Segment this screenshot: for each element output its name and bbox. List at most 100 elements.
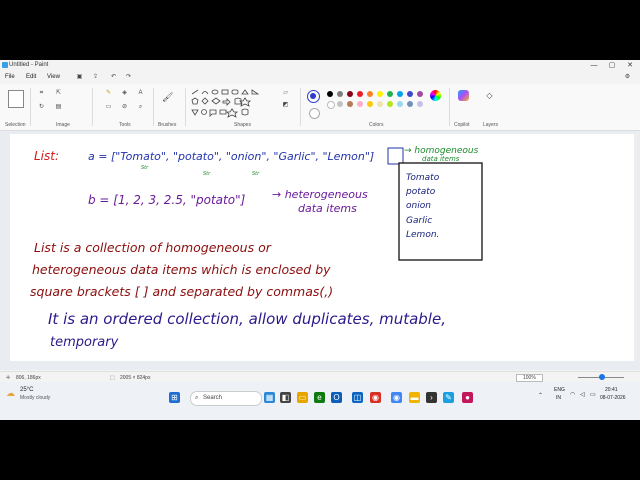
crop-icon[interactable]: ⌗ bbox=[38, 90, 45, 97]
str-mark: Str bbox=[252, 171, 260, 177]
layers-group-label: Layers bbox=[483, 122, 499, 128]
save-icon[interactable]: ▣ bbox=[76, 74, 83, 81]
magnifier-icon[interactable]: ⌕ bbox=[137, 104, 144, 111]
close-icon[interactable]: ✕ bbox=[624, 61, 636, 70]
color-swatch[interactable] bbox=[357, 101, 363, 107]
task-view-icon[interactable]: ▦ bbox=[264, 392, 275, 403]
zoom-slider-thumb[interactable] bbox=[599, 374, 605, 380]
heterogeneous-subnote: data items bbox=[298, 202, 357, 215]
color-swatch[interactable] bbox=[387, 91, 393, 97]
remove-background-icon[interactable]: ▤ bbox=[55, 104, 62, 111]
str-mark: Str bbox=[203, 171, 211, 177]
color-swatch[interactable] bbox=[397, 91, 403, 97]
cursor-position: 806, 186px bbox=[16, 375, 41, 381]
menu-view[interactable]: View bbox=[47, 74, 60, 80]
language-code[interactable]: ENG bbox=[554, 387, 565, 393]
menu-edit[interactable]: Edit bbox=[26, 74, 36, 80]
str-mark: Str bbox=[141, 165, 149, 171]
ribbon-divider bbox=[300, 88, 301, 126]
canvas-size: 2005 × 824px bbox=[120, 375, 151, 381]
brushes-group-label: Brushes bbox=[158, 122, 177, 128]
color-swatch[interactable] bbox=[407, 101, 413, 107]
battery-icon[interactable]: ▭ bbox=[590, 391, 596, 398]
app-icon[interactable]: ● bbox=[462, 392, 473, 403]
chrome-icon[interactable]: ◉ bbox=[370, 392, 381, 403]
resize-icon[interactable]: ⇱ bbox=[55, 90, 62, 97]
color-swatch[interactable] bbox=[367, 91, 373, 97]
color-swatch[interactable] bbox=[397, 101, 403, 107]
tray-chevron-icon[interactable]: ⌃ bbox=[538, 392, 543, 399]
settings-icon[interactable]: ⚙ bbox=[624, 74, 631, 81]
definition-line-2: heterogeneous data items which is enclos… bbox=[32, 262, 331, 277]
outlook-icon[interactable]: O bbox=[331, 392, 342, 403]
maximize-icon[interactable]: ▢ bbox=[606, 61, 618, 70]
file-explorer-icon[interactable]: ▭ bbox=[297, 392, 308, 403]
image-group-label: Image bbox=[56, 122, 70, 128]
ribbon: Selection ⌗ ⇱ ↻ ▤ Image ✎ ◈ A ▭ ⊘ ⌕ Tool… bbox=[0, 84, 640, 131]
weather-desc: Mostly cloudy bbox=[20, 395, 51, 401]
volume-icon[interactable]: ◁ bbox=[580, 391, 585, 398]
clock-time[interactable]: 20:41 bbox=[605, 387, 618, 393]
wifi-icon[interactable]: ◠ bbox=[570, 391, 575, 398]
layers-icon[interactable]: ◇ bbox=[486, 92, 493, 100]
ribbon-divider bbox=[92, 88, 93, 126]
folder-icon[interactable]: ▬ bbox=[409, 392, 420, 403]
color-swatch[interactable] bbox=[417, 91, 423, 97]
rotate-icon[interactable]: ↻ bbox=[38, 104, 45, 111]
secondary-color-swatch[interactable] bbox=[309, 108, 320, 119]
terminal-icon[interactable]: › bbox=[426, 392, 437, 403]
shapes-gallery[interactable] bbox=[190, 88, 285, 118]
pencil-icon[interactable]: ✎ bbox=[105, 90, 112, 97]
redo-icon[interactable]: ↷ bbox=[125, 74, 132, 81]
undo-icon[interactable]: ↶ bbox=[110, 74, 117, 81]
color-swatch[interactable] bbox=[327, 91, 333, 97]
selection-group-label: Selection bbox=[5, 122, 26, 128]
copilot-icon[interactable] bbox=[458, 90, 469, 101]
color-swatch[interactable] bbox=[367, 101, 373, 107]
weather-icon[interactable]: ☁ bbox=[6, 388, 15, 399]
definition-line-3: square brackets [ ] and separated by com… bbox=[30, 284, 333, 299]
color-swatch[interactable] bbox=[357, 91, 363, 97]
drawing-canvas[interactable]: List: a = ["Tomato", "potato", "onion", … bbox=[10, 134, 634, 361]
color-swatch[interactable] bbox=[377, 91, 383, 97]
color-swatch[interactable] bbox=[407, 91, 413, 97]
eraser-icon[interactable]: ▭ bbox=[105, 104, 112, 111]
vertical-scrollbar[interactable] bbox=[634, 134, 638, 361]
shape-outline-icon[interactable]: ▱ bbox=[282, 90, 289, 97]
color-swatch[interactable] bbox=[387, 101, 393, 107]
region-code: IN bbox=[556, 395, 561, 401]
color-swatch[interactable] bbox=[347, 91, 353, 97]
share-icon[interactable]: ⇪ bbox=[92, 74, 99, 81]
start-icon[interactable]: ⊞ bbox=[169, 392, 180, 403]
store-icon[interactable]: ◫ bbox=[352, 392, 363, 403]
ribbon-divider bbox=[153, 88, 154, 126]
minimize-icon[interactable]: — bbox=[588, 61, 600, 70]
search-icon: ⌕ bbox=[195, 395, 199, 401]
color-swatch[interactable] bbox=[327, 101, 335, 109]
color-swatch[interactable] bbox=[337, 101, 343, 107]
chrome-profile-icon[interactable]: ◉ bbox=[391, 392, 402, 403]
fill-icon[interactable]: ◈ bbox=[121, 90, 128, 97]
brush-icon[interactable]: 🖌 bbox=[162, 93, 173, 102]
primary-color-ring[interactable] bbox=[307, 90, 320, 103]
menu-file[interactable]: File bbox=[5, 74, 15, 80]
paint-taskbar-icon[interactable]: ✎ bbox=[443, 392, 454, 403]
text-icon[interactable]: A bbox=[137, 90, 144, 97]
shape-fill-icon[interactable]: ◩ bbox=[282, 102, 289, 109]
properties-line-2: temporary bbox=[50, 335, 119, 350]
edit-colors-icon[interactable] bbox=[430, 90, 441, 101]
search-box[interactable]: ⌕ Search bbox=[190, 391, 262, 406]
heterogeneous-note: → heterogeneous bbox=[272, 188, 368, 201]
selection-tool-icon[interactable] bbox=[8, 90, 24, 108]
color-swatch[interactable] bbox=[347, 101, 353, 107]
color-swatch[interactable] bbox=[337, 91, 343, 97]
color-picker-icon[interactable]: ⊘ bbox=[121, 104, 128, 111]
zoom-level[interactable]: 100% bbox=[516, 374, 543, 382]
edge-icon[interactable]: e bbox=[314, 392, 325, 403]
color-swatch[interactable] bbox=[377, 101, 383, 107]
list-item: Tomato bbox=[406, 173, 440, 183]
color-swatch[interactable] bbox=[417, 101, 423, 107]
shapes-group-label: Shapes bbox=[234, 122, 251, 128]
taskbar: ☁ 25°C Mostly cloudy ⊞ ⌕ Search ▦ ◧ ▭ e … bbox=[0, 382, 640, 420]
widgets-icon[interactable]: ◧ bbox=[280, 392, 291, 403]
